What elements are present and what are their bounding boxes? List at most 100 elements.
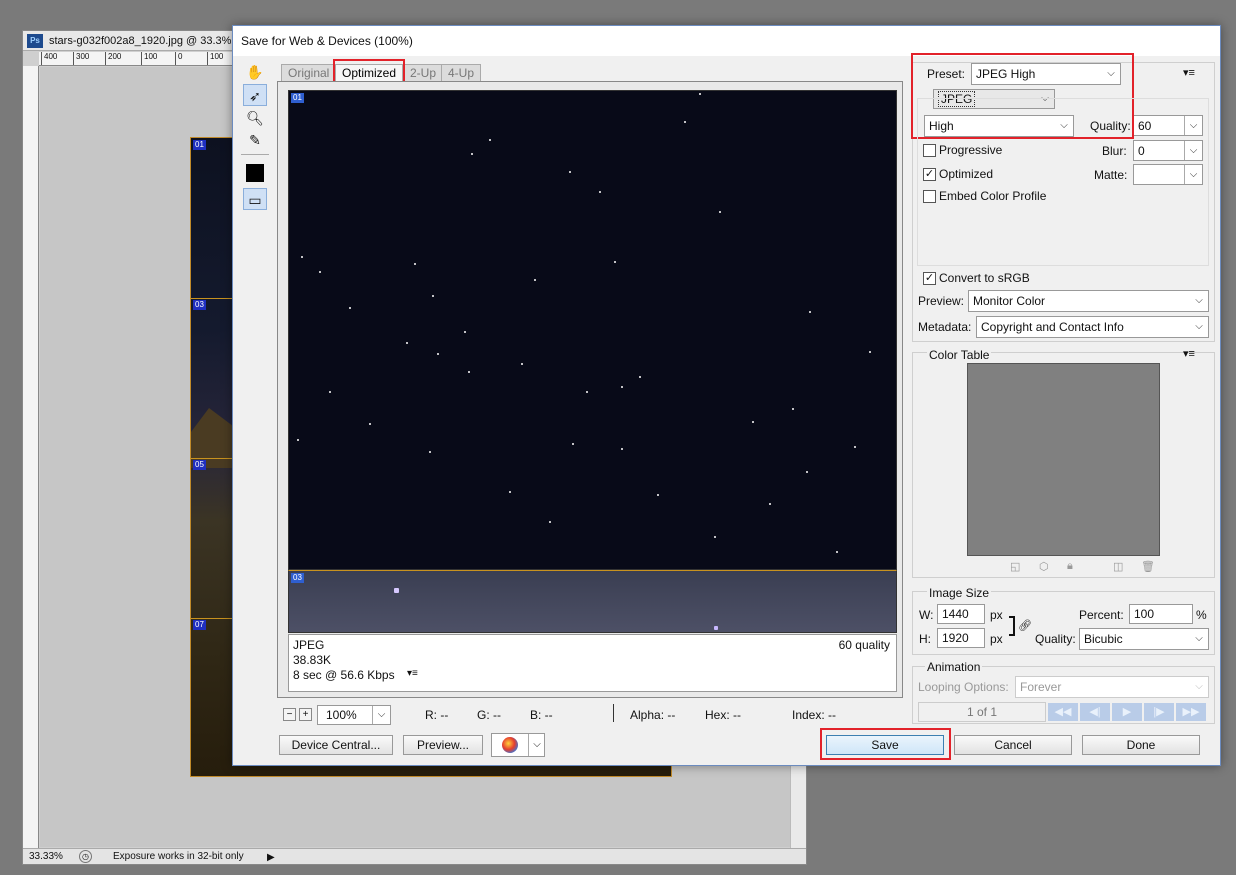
map-color-icon[interactable]: ◱ bbox=[1010, 560, 1020, 573]
looping-value: Forever bbox=[1020, 680, 1062, 694]
eyedropper-color-swatch[interactable] bbox=[243, 160, 267, 183]
star bbox=[806, 471, 808, 473]
info-menu-icon[interactable]: ▾≡ bbox=[407, 668, 418, 679]
eyedropper-tool-icon[interactable]: ✎ bbox=[243, 128, 267, 150]
toggle-slices-icon[interactable]: ▭ bbox=[243, 188, 267, 210]
chevron-down-icon: ⌵ bbox=[1195, 321, 1203, 332]
previous-frame-icon[interactable]: ◀| bbox=[1080, 703, 1110, 721]
resample-quality-value: Bicubic bbox=[1084, 632, 1123, 646]
readout-r: R: -- bbox=[425, 708, 449, 722]
readout-g: G: -- bbox=[477, 708, 501, 722]
photoshop-icon: Ps bbox=[27, 34, 43, 48]
play-arrow-icon[interactable]: ▶ bbox=[267, 850, 275, 866]
star bbox=[854, 446, 856, 448]
preview-slice-03[interactable]: 03 bbox=[288, 570, 897, 633]
web-shift-icon[interactable]: ⬡ bbox=[1039, 560, 1049, 573]
trash-icon[interactable]: 🗑︎ bbox=[1141, 560, 1155, 573]
resample-quality-label: Quality: bbox=[1035, 632, 1076, 646]
convert-srgb-checkbox[interactable]: ✓ bbox=[923, 272, 936, 285]
readout-hex: Hex: -- bbox=[705, 708, 741, 722]
done-button[interactable]: Done bbox=[1082, 735, 1200, 755]
zoom-tool-icon[interactable]: 🔍︎ bbox=[243, 106, 267, 128]
star bbox=[714, 536, 716, 538]
info-quality: 60 quality bbox=[838, 638, 890, 652]
zoom-in-icon[interactable]: + bbox=[299, 708, 312, 721]
document-status-bar: 33.33% ◷ Exposure works in 32-bit only ▶ bbox=[23, 848, 806, 864]
play-icon[interactable]: ▶ bbox=[1112, 703, 1142, 721]
browser-preview-select[interactable]: ⌵ bbox=[491, 733, 545, 757]
looping-dropdown[interactable]: Forever ⌵ bbox=[1015, 676, 1209, 698]
star bbox=[586, 391, 588, 393]
tab-2-up[interactable]: 2-Up bbox=[403, 64, 444, 81]
zoom-level[interactable]: 33.33% bbox=[29, 849, 63, 865]
first-frame-icon[interactable]: ◀◀ bbox=[1048, 703, 1078, 721]
height-input[interactable]: 1920 bbox=[937, 628, 985, 648]
optimized-preview-image[interactable]: 01 bbox=[288, 90, 897, 570]
star bbox=[464, 331, 466, 333]
tab-original[interactable]: Original bbox=[281, 64, 337, 81]
star bbox=[836, 551, 838, 553]
constrain-bracket bbox=[1009, 616, 1015, 636]
star bbox=[599, 191, 601, 193]
star bbox=[684, 121, 686, 123]
height-unit: px bbox=[990, 632, 1003, 646]
image-size-title: Image Size bbox=[927, 586, 992, 600]
star bbox=[699, 93, 701, 95]
zoom-and-readout-bar: − + 100% ⌵ R: -- G: -- B: -- Alpha: -- H… bbox=[277, 704, 897, 726]
slice-tag: 03 bbox=[193, 300, 206, 310]
zoom-dropdown[interactable]: 100% ⌵ bbox=[317, 705, 391, 725]
chevron-down-icon: ⌵ bbox=[1195, 681, 1203, 692]
animation-controls: ◀◀ ◀| ▶ |▶ ▶▶ bbox=[1048, 703, 1208, 721]
tab-4-up[interactable]: 4-Up bbox=[441, 64, 482, 81]
divider bbox=[241, 154, 269, 155]
width-label: W: bbox=[919, 608, 934, 622]
cancel-button[interactable]: Cancel bbox=[954, 735, 1072, 755]
color-table-swatches[interactable] bbox=[967, 363, 1160, 556]
preview-label: Preview: bbox=[918, 294, 965, 308]
height-label: H: bbox=[919, 632, 931, 646]
ruler-tick: 100 bbox=[141, 52, 157, 65]
star bbox=[468, 371, 470, 373]
status-text: Exposure works in 32-bit only bbox=[113, 851, 244, 862]
optimization-info: JPEG 38.83K 8 sec @ 56.6 Kbps ▾≡ 60 qual… bbox=[288, 634, 897, 692]
document-title: stars-g032f002a8_1920.jpg @ 33.3% bbox=[49, 35, 232, 47]
browser-globe-icon bbox=[502, 737, 518, 753]
star bbox=[319, 271, 321, 273]
info-file-size: 38.83K bbox=[293, 653, 332, 667]
next-frame-icon[interactable]: |▶ bbox=[1144, 703, 1174, 721]
slice-select-tool-icon[interactable]: ➶ bbox=[243, 84, 267, 106]
star bbox=[437, 353, 439, 355]
percent-input[interactable]: 100 bbox=[1129, 604, 1193, 624]
star bbox=[752, 421, 754, 423]
bright-star bbox=[394, 588, 399, 593]
last-frame-icon[interactable]: ▶▶ bbox=[1176, 703, 1206, 721]
link-icon[interactable]: 🔗︎ bbox=[1018, 619, 1032, 632]
save-for-web-dialog: Save for Web & Devices (100%) ✋ ➶ 🔍︎ ✎ ▭… bbox=[232, 25, 1221, 766]
device-central-button[interactable]: Device Central... bbox=[279, 735, 393, 755]
star bbox=[521, 363, 523, 365]
preview-button[interactable]: Preview... bbox=[403, 735, 483, 755]
status-menu-icon[interactable]: ◷ bbox=[79, 850, 92, 863]
slice-tag: 03 bbox=[291, 573, 304, 583]
width-input[interactable]: 1440 bbox=[937, 604, 985, 624]
zoom-out-icon[interactable]: − bbox=[283, 708, 296, 721]
metadata-dropdown[interactable]: Copyright and Contact Info ⌵ bbox=[976, 316, 1209, 338]
star bbox=[657, 494, 659, 496]
new-color-icon[interactable]: ◫ bbox=[1113, 560, 1123, 573]
star bbox=[509, 491, 511, 493]
color-table-title: Color Table bbox=[927, 348, 992, 362]
ruler-tick: 300 bbox=[73, 52, 89, 65]
resample-quality-dropdown[interactable]: Bicubic ⌵ bbox=[1079, 628, 1209, 650]
ruler-tick: 0 bbox=[175, 52, 182, 65]
animation-title: Animation bbox=[925, 660, 983, 674]
star bbox=[792, 408, 794, 410]
preview-dropdown[interactable]: Monitor Color ⌵ bbox=[968, 290, 1209, 312]
hand-tool-icon[interactable]: ✋ bbox=[243, 60, 267, 82]
preview-frame: 01 03 JPEG 38.83K 8 sec @ 56.6 Kbps ▾≡ 6… bbox=[277, 81, 903, 698]
settings-menu-icon[interactable]: ▾≡ bbox=[1183, 66, 1195, 79]
lock-color-icon[interactable]: 🔒︎ bbox=[1067, 560, 1073, 573]
star bbox=[369, 423, 371, 425]
color-table-menu-icon[interactable]: ▾≡ bbox=[1183, 347, 1195, 360]
slice-tag: 01 bbox=[291, 93, 304, 103]
star bbox=[621, 448, 623, 450]
